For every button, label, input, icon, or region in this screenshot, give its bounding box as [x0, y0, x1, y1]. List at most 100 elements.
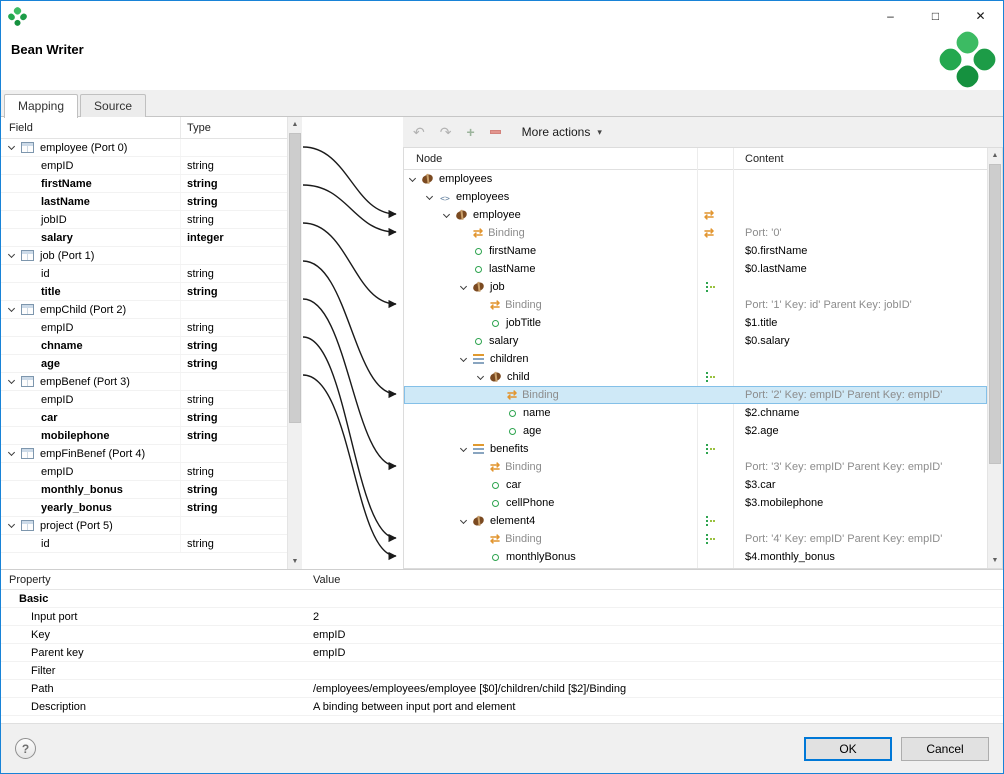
- port-group-row[interactable]: project (Port 5): [1, 517, 287, 535]
- chevron-down-icon[interactable]: [477, 372, 484, 379]
- property-row[interactable]: Path/employees/employees/employee [$0]/c…: [1, 680, 1003, 698]
- type-cell: string: [181, 286, 287, 298]
- right-scroll-thumb[interactable]: [989, 164, 1001, 464]
- remove-element-icon[interactable]: [490, 130, 501, 134]
- node-column-header[interactable]: Node: [416, 153, 442, 165]
- node-row[interactable]: lastName$0.lastName: [404, 260, 987, 278]
- node-label: element4: [490, 515, 535, 527]
- undo-icon[interactable]: ↶: [413, 124, 425, 141]
- property-row[interactable]: KeyempID: [1, 626, 1003, 644]
- property-row[interactable]: Basic: [1, 590, 1003, 608]
- content-column-header[interactable]: Content: [745, 153, 784, 165]
- node-row[interactable]: benefits: [404, 440, 987, 458]
- binding-node-row[interactable]: BindingPort: '1' Key: id' Parent Key: jo…: [404, 296, 987, 314]
- field-row[interactable]: chnamestring: [1, 337, 287, 355]
- close-button[interactable]: ✕: [958, 1, 1003, 31]
- field-row[interactable]: yearly_bonusstring: [1, 499, 287, 517]
- node-row[interactable]: employee: [404, 206, 987, 224]
- field-column-header[interactable]: Field: [1, 117, 181, 138]
- field-row[interactable]: empIDstring: [1, 463, 287, 481]
- node-row[interactable]: monthlyBonus$4.monthly_bonus: [404, 548, 987, 566]
- node-row[interactable]: cellPhone$3.mobilephone: [404, 494, 987, 512]
- leaf-icon: [475, 338, 482, 345]
- property-row[interactable]: Filter: [1, 662, 1003, 680]
- node-row[interactable]: firstName$0.firstName: [404, 242, 987, 260]
- more-actions-button[interactable]: More actions ▾: [516, 122, 608, 142]
- chevron-down-icon[interactable]: [460, 516, 467, 523]
- chevron-down-icon[interactable]: [8, 251, 15, 258]
- field-row[interactable]: monthly_bonusstring: [1, 481, 287, 499]
- field-row[interactable]: titlestring: [1, 283, 287, 301]
- field-row[interactable]: jobIDstring: [1, 211, 287, 229]
- node-row[interactable]: child: [404, 368, 987, 386]
- chevron-down-icon[interactable]: [409, 174, 416, 181]
- field-row[interactable]: agestring: [1, 355, 287, 373]
- chevron-down-icon[interactable]: [8, 449, 15, 456]
- titlebar[interactable]: – □ ✕: [1, 1, 1003, 31]
- left-scroll-thumb[interactable]: [289, 133, 301, 423]
- chevron-down-icon[interactable]: [460, 444, 467, 451]
- field-row[interactable]: mobilephonestring: [1, 427, 287, 445]
- left-scrollbar[interactable]: ▲ ▼: [287, 117, 302, 569]
- node-row[interactable]: jobTitle$1.title: [404, 314, 987, 332]
- add-element-icon[interactable]: +: [466, 124, 474, 140]
- node-row[interactable]: salary$0.salary: [404, 332, 987, 350]
- chevron-down-icon[interactable]: [8, 377, 15, 384]
- field-row[interactable]: empIDstring: [1, 319, 287, 337]
- chevron-down-icon[interactable]: [8, 143, 15, 150]
- binding-node-row[interactable]: BindingPort: '2' Key: empID' Parent Key:…: [404, 386, 987, 404]
- port-group-row[interactable]: job (Port 1): [1, 247, 287, 265]
- chevron-down-icon[interactable]: [8, 305, 15, 312]
- node-row[interactable]: car$3.car: [404, 476, 987, 494]
- binding-node-row[interactable]: BindingPort: '3' Key: empID' Parent Key:…: [404, 458, 987, 476]
- scroll-down-icon[interactable]: ▼: [288, 554, 302, 569]
- field-row[interactable]: empIDstring: [1, 157, 287, 175]
- tab-source[interactable]: Source: [80, 94, 146, 117]
- minimize-button[interactable]: –: [868, 1, 913, 31]
- field-row[interactable]: empIDstring: [1, 391, 287, 409]
- chevron-down-icon[interactable]: [426, 192, 433, 199]
- node-row[interactable]: job: [404, 278, 987, 296]
- node-row[interactable]: employees: [404, 170, 987, 188]
- type-column-header[interactable]: Type: [181, 117, 302, 138]
- property-row[interactable]: Parent keyempID: [1, 644, 1003, 662]
- port-group-row[interactable]: empFinBenef (Port 4): [1, 445, 287, 463]
- badge-cell: [697, 368, 733, 386]
- chevron-down-icon[interactable]: [460, 354, 467, 361]
- right-scrollbar[interactable]: ▲ ▼: [987, 148, 1002, 568]
- field-row[interactable]: lastNamestring: [1, 193, 287, 211]
- node-row[interactable]: employees: [404, 188, 987, 206]
- redo-icon[interactable]: ↷: [440, 124, 452, 141]
- ok-button[interactable]: OK: [804, 737, 892, 761]
- node-row[interactable]: name$2.chname: [404, 404, 987, 422]
- scroll-down-icon[interactable]: ▼: [988, 553, 1002, 568]
- node-row[interactable]: age$2.age: [404, 422, 987, 440]
- chevron-down-icon[interactable]: [460, 282, 467, 289]
- binding-node-row[interactable]: BindingPort: '0': [404, 224, 987, 242]
- field-row[interactable]: firstNamestring: [1, 175, 287, 193]
- port-group-row[interactable]: empBenef (Port 3): [1, 373, 287, 391]
- field-row[interactable]: carstring: [1, 409, 287, 427]
- node-row[interactable]: children: [404, 350, 987, 368]
- node-row[interactable]: element4: [404, 512, 987, 530]
- dialog-footer: ? OK Cancel: [1, 723, 1003, 773]
- maximize-button[interactable]: □: [913, 1, 958, 31]
- property-row[interactable]: Input port2: [1, 608, 1003, 626]
- binding-node-row[interactable]: BindingPort: '4' Key: empID' Parent Key:…: [404, 530, 987, 548]
- node-label: Binding: [505, 299, 542, 311]
- field-row[interactable]: idstring: [1, 265, 287, 283]
- chevron-down-icon[interactable]: [8, 521, 15, 528]
- tab-mapping[interactable]: Mapping: [4, 94, 78, 118]
- field-cell: id: [1, 265, 181, 282]
- port-group-row[interactable]: employee (Port 0): [1, 139, 287, 157]
- scroll-up-icon[interactable]: ▲: [288, 117, 302, 132]
- port-group-row[interactable]: empChild (Port 2): [1, 301, 287, 319]
- field-row[interactable]: idstring: [1, 535, 287, 553]
- scroll-up-icon[interactable]: ▲: [988, 148, 1002, 163]
- property-row[interactable]: DescriptionA binding between input port …: [1, 698, 1003, 716]
- field-label: monthly_bonus: [41, 484, 123, 496]
- cancel-button[interactable]: Cancel: [901, 737, 989, 761]
- help-icon[interactable]: ?: [15, 738, 36, 759]
- field-row[interactable]: salaryinteger: [1, 229, 287, 247]
- chevron-down-icon[interactable]: [443, 210, 450, 217]
